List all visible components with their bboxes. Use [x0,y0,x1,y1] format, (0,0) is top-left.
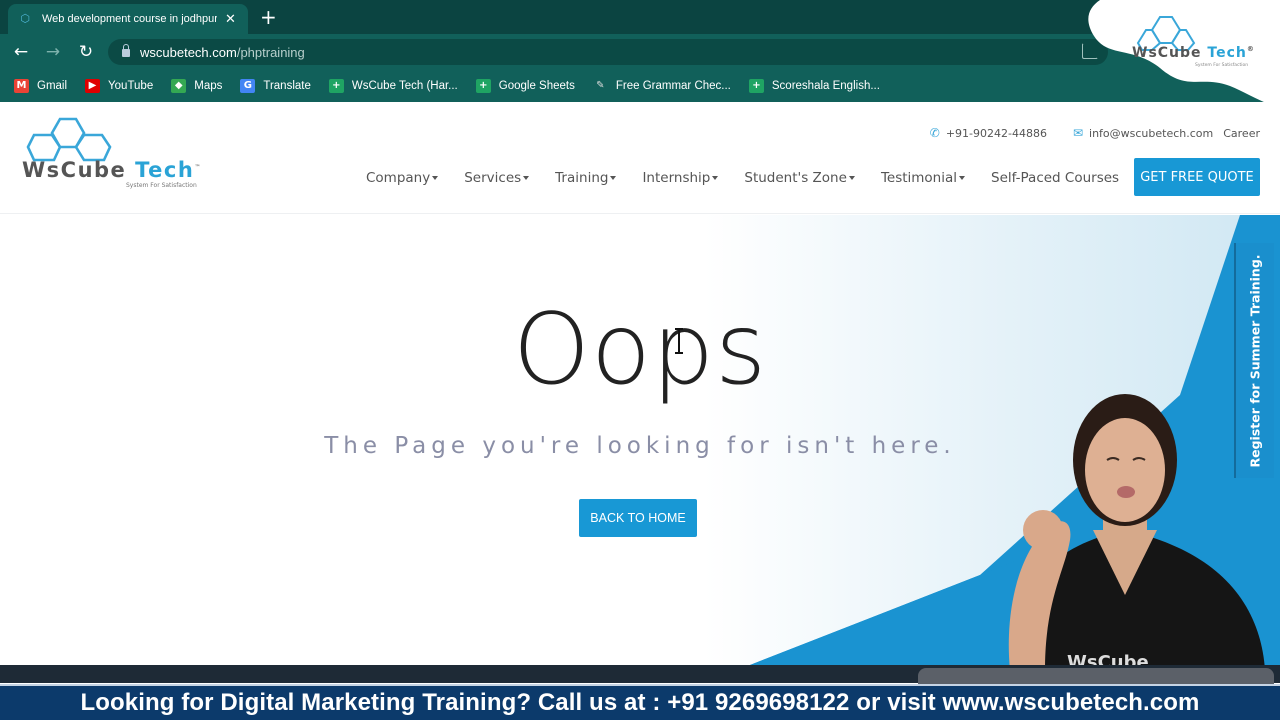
mail-icon: ✉ [1072,126,1084,140]
tab-title: Web development course in jodhpur [42,13,217,25]
contact-row: ✆ +91-90242-44886 ✉ info@wscubetech.com … [904,126,1260,140]
caret-down-icon [610,176,617,180]
bookmark-label: Google Sheets [498,80,575,92]
bookmark-label: YouTube [108,80,154,92]
presenter-video-overlay: WsCube [1008,394,1265,670]
sheets-icon: + [748,79,764,93]
browser-tab-active[interactable]: ⬡ Web development course in jodhpur ✕ [8,4,248,34]
bookmark-item[interactable]: + WsCube Tech (Har... [328,79,458,93]
nav-item-label: Services [464,170,522,186]
gmail-icon: M [14,79,29,93]
logo-tagline: System For Satisfaction [126,182,197,189]
logo-wordmark: WsCube Tech™ [22,158,202,182]
bookmark-label: Scoreshala English... [771,80,880,92]
nav-item-student-s-zone[interactable]: Student's Zone [744,170,855,186]
email-address: info@wscubetech.com [1089,126,1214,140]
bookmark-item[interactable]: ✎ Free Grammar Chec... [593,79,731,93]
url-path: /phptraining [236,44,305,60]
bookmark-item[interactable]: M Gmail [14,79,67,93]
watermark-brand: WsCube Tech® [1132,45,1255,61]
nav-item-label: Training [555,170,609,186]
phone-link[interactable]: ✆ +91-90242-44886 [930,126,1047,140]
wscube-watermark-logo: WsCube Tech® System For Satisfaction [1088,0,1280,108]
main-navigation: Company Services Training Internship Student… [366,170,1145,186]
bookmark-item[interactable]: G Translate [240,79,311,93]
sheets-icon: + [475,79,491,93]
bookmark-label: Maps [194,80,223,92]
nav-item-label: Self-Paced Courses [991,170,1120,186]
bookmark-label: Gmail [37,80,68,92]
nav-item-label: Student's Zone [744,170,847,186]
bookmark-item[interactable]: + Scoreshala English... [748,79,880,93]
caret-down-icon [523,176,530,180]
address-bar[interactable]: wscubetech.com/phptraining [108,39,1108,65]
phone-icon: ✆ [929,126,940,140]
wscube-favicon-icon: ⬡ [20,12,30,25]
bookmark-item[interactable]: ◆ Maps [171,79,222,93]
caret-down-icon [712,176,719,180]
caret-down-icon [848,176,855,180]
text-cursor-icon [675,328,683,354]
youtube-icon: ▶ [85,79,101,93]
maps-icon: ◆ [171,79,187,93]
lock-icon [122,44,130,57]
screen: ⬡ Web development course in jodhpur ✕ + … [0,0,1280,720]
bookmark-label: Translate [263,80,311,92]
quill-icon: ✎ [596,80,605,91]
nav-item-training[interactable]: Training [555,170,617,186]
site-header: WsCube Tech™ System For Satisfaction ✆ +… [0,102,1280,214]
bookmark-label: Free Grammar Chec... [615,80,731,92]
email-link[interactable]: ✉ info@wscubetech.com [1073,126,1213,140]
nav-item-services[interactable]: Services [464,170,530,186]
translate-icon: G [240,79,256,93]
nav-item-label: Company [366,170,431,186]
nav-item-label: Internship [642,170,711,186]
close-tab-icon[interactable]: ✕ [225,12,236,27]
get-free-quote-button[interactable]: GET FREE QUOTE [1134,158,1260,196]
nav-item-company[interactable]: Company [366,170,439,186]
reload-icon[interactable]: ↻ [75,41,97,63]
url-host: wscubetech.com [140,44,237,60]
caret-down-icon [959,176,966,180]
bookmark-label: WsCube Tech (Har... [351,80,458,92]
promo-ticker: Looking for Digital Marketing Training? … [0,684,1280,720]
back-to-home-button[interactable]: BACK TO HOME [579,499,697,537]
nav-item-internship[interactable]: Internship [642,170,719,186]
bookmark-item[interactable]: + Google Sheets [475,79,575,93]
nav-item-label: Testimonial [880,170,958,186]
nav-item-testimonial[interactable]: Testimonial [880,170,966,186]
career-link[interactable]: Career [1223,127,1260,140]
hexagon-logo-icon [26,117,112,162]
bookmark-item[interactable]: ▶ YouTube [85,79,153,93]
nav-item-self-paced-courses[interactable]: Self-Paced Courses [991,170,1119,186]
back-arrow-icon[interactable]: ← [10,41,32,63]
forward-arrow-icon[interactable]: → [42,41,64,63]
phone-number: +91-90242-44886 [945,126,1047,140]
caret-down-icon [432,176,439,180]
sheets-icon: + [328,79,344,93]
watermark-tagline: System For Satisfaction [1195,62,1248,68]
site-logo[interactable]: WsCube Tech™ System For Satisfaction [18,116,218,196]
new-tab-button[interactable]: + [260,6,277,28]
promo-ticker-text: Looking for Digital Marketing Training? … [80,689,1200,716]
